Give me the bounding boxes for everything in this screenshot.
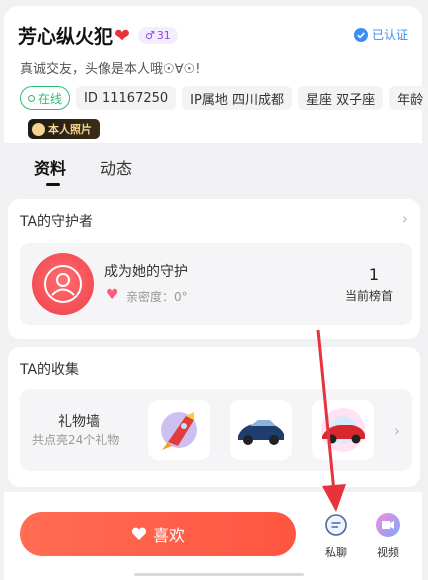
bottom-bar: 喜欢 私聊 视频	[4, 492, 422, 580]
tabs: 资料 动态	[4, 143, 422, 193]
tag-id[interactable]: ID 11167250	[76, 86, 177, 110]
home-indicator	[134, 573, 304, 576]
guardian-title: 成为她的守护	[104, 264, 188, 280]
tag-ip[interactable]: IP属地 四川成都	[182, 86, 292, 110]
verified-check-icon	[353, 27, 368, 42]
guardian-section-title: TA的守护者	[20, 214, 94, 230]
profile-card: 芳心纵火犯 ❤ ♂ 31 已认证 真诚交友，头像是本人哦☉∀☉! 在线 ID 1…	[4, 6, 428, 143]
sports-car-gift-icon	[312, 400, 374, 460]
video-button[interactable]: 视频	[368, 512, 408, 560]
real-photo-badge: 本人照片	[28, 119, 100, 139]
car-gift-icon	[230, 400, 292, 460]
level-value: 31	[156, 29, 171, 42]
chat-bubble-icon	[325, 514, 347, 536]
bio: 真诚交友，头像是本人哦☉∀☉!	[20, 62, 201, 77]
tag-row: 在线 ID 11167250 IP属地 四川成都 星座 双子座 年龄	[20, 86, 428, 110]
tab-profile[interactable]: 资料	[34, 155, 66, 179]
heart-emoji: ❤	[114, 24, 130, 47]
name-row: 芳心纵火犯 ❤ ♂ 31	[18, 22, 178, 49]
guardian-section: TA的守护者 › 成为她的守护 ♥ 亲密度：0° 1 当前榜首	[8, 199, 420, 339]
person-outline-icon	[44, 265, 82, 303]
verified-label: 已认证	[371, 28, 408, 42]
heart-icon	[131, 527, 147, 540]
tab-underline	[46, 183, 60, 186]
chevron-right-icon[interactable]: ›	[394, 421, 400, 440]
user-name: 芳心纵火犯	[18, 26, 114, 48]
video-label: 视频	[377, 546, 399, 559]
gift-wall-count: 共点亮24个礼物	[32, 433, 120, 447]
rank-value: 1	[368, 265, 380, 284]
intimacy-value: 亲密度：0°	[126, 290, 188, 304]
chat-label: 私聊	[325, 546, 347, 559]
chat-button[interactable]: 私聊	[316, 512, 356, 560]
level-icon: ♂	[144, 29, 155, 42]
heartbeat-icon: ♥	[106, 287, 119, 303]
level-badge[interactable]: ♂ 31	[137, 27, 178, 44]
verified-badge[interactable]: 已认证	[353, 26, 408, 43]
like-button[interactable]: 喜欢	[20, 512, 296, 556]
tab-moments[interactable]: 动态	[100, 155, 132, 179]
guardian-avatar-icon	[32, 253, 94, 315]
rocket-gift-icon	[148, 400, 210, 460]
tag-age[interactable]: 年龄	[389, 86, 428, 110]
rank-label: 当前榜首	[345, 289, 394, 303]
like-label: 喜欢	[152, 526, 185, 545]
online-dot-icon	[28, 94, 35, 102]
gift-wall-title: 礼物墙	[58, 414, 100, 430]
guardian-card[interactable]: 成为她的守护 ♥ 亲密度：0° 1 当前榜首	[20, 243, 412, 325]
collection-section-title: TA的收集	[20, 362, 80, 378]
person-icon	[32, 122, 45, 136]
tag-zodiac[interactable]: 星座 双子座	[297, 86, 384, 110]
gift-wall-card[interactable]: 礼物墙 共点亮24个礼物 ›	[20, 389, 412, 471]
chevron-right-icon[interactable]: ›	[402, 209, 408, 228]
collection-section: TA的收集 礼物墙 共点亮24个礼物 ›	[8, 347, 420, 487]
online-status-badge: 在线	[20, 86, 71, 110]
video-icon	[376, 513, 400, 537]
